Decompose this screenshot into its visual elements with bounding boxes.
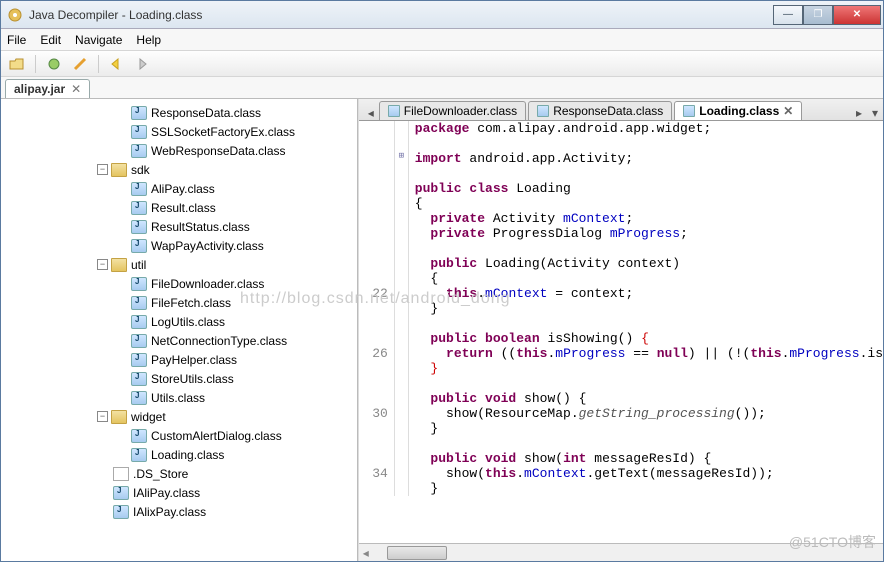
open-button[interactable] [7,54,27,74]
close-icon[interactable]: ✕ [71,82,81,96]
tab-menu-button[interactable]: ▾ [867,106,883,120]
class-icon [131,144,147,158]
tree-item[interactable]: CustomAlertDialog.class [1,426,357,445]
class-icon [131,220,147,234]
tree-item[interactable]: SSLSocketFactoryEx.class [1,122,357,141]
separator [98,55,99,73]
app-window: Java Decompiler - Loading.class — ❐ ✕ Fi… [0,0,884,562]
separator [35,55,36,73]
class-icon [131,106,147,120]
package-icon [111,163,127,177]
toolbar [1,51,883,77]
class-icon [131,296,147,310]
collapse-icon[interactable]: − [97,164,108,175]
back-button[interactable] [107,54,127,74]
jar-tab-label: alipay.jar [14,82,65,96]
package-icon [111,258,127,272]
minimize-button[interactable]: — [773,5,803,25]
tool-button-2[interactable] [70,54,90,74]
tree-item[interactable]: ResponseData.class [1,103,357,122]
collapse-icon[interactable]: − [97,411,108,422]
class-icon [131,201,147,215]
tree-item[interactable]: StoreUtils.class [1,369,357,388]
tree-item[interactable]: Utils.class [1,388,357,407]
tree-item[interactable]: FileDownloader.class [1,274,357,293]
source-viewer[interactable]: package com.alipay.android.app.widget; ⊞… [359,121,883,543]
class-icon [131,315,147,329]
tree-item[interactable]: Loading.class [1,445,357,464]
tab-filedownloader[interactable]: FileDownloader.class [379,101,526,120]
package-icon [111,410,127,424]
tree-pkg-widget[interactable]: −widget [1,407,357,426]
tree-item[interactable]: IAlixPay.class [1,502,357,521]
class-icon [131,239,147,253]
menu-file[interactable]: File [7,33,26,47]
class-icon [388,105,400,117]
forward-button[interactable] [133,54,153,74]
class-icon [113,505,129,519]
jar-tabs: alipay.jar ✕ [1,77,883,99]
tree-pkg-util[interactable]: −util [1,255,357,274]
horizontal-scrollbar[interactable]: ◂ [359,543,883,561]
tree-item[interactable]: .DS_Store [1,464,357,483]
tree-item[interactable]: PayHelper.class [1,350,357,369]
tab-loading[interactable]: Loading.class✕ [674,101,802,120]
class-icon [131,429,147,443]
file-icon [113,467,129,481]
app-icon [7,7,23,23]
jar-tab-alipay[interactable]: alipay.jar ✕ [5,79,90,98]
class-icon [131,125,147,139]
tree-item[interactable]: LogUtils.class [1,312,357,331]
window-title: Java Decompiler - Loading.class [29,8,773,22]
class-icon [131,334,147,348]
close-icon[interactable]: ✕ [783,104,793,118]
titlebar[interactable]: Java Decompiler - Loading.class — ❐ ✕ [1,1,883,29]
tree-item[interactable]: WebResponseData.class [1,141,357,160]
tab-nav-next[interactable]: ▸ [851,106,867,120]
tree-item[interactable]: AliPay.class [1,179,357,198]
editor-pane: ◂ FileDownloader.class ResponseData.clas… [358,99,883,561]
menubar: File Edit Navigate Help [1,29,883,51]
class-icon [683,105,695,117]
maximize-button[interactable]: ❐ [803,5,833,25]
class-icon [131,448,147,462]
tree-item[interactable]: ResultStatus.class [1,217,357,236]
menu-navigate[interactable]: Navigate [75,33,122,47]
class-icon [537,105,549,117]
tab-nav-prev[interactable]: ◂ [363,106,379,120]
menu-edit[interactable]: Edit [40,33,61,47]
class-icon [131,353,147,367]
close-button[interactable]: ✕ [833,5,881,25]
scrollbar-thumb[interactable] [387,546,447,560]
collapse-icon[interactable]: − [97,259,108,270]
tree-item[interactable]: FileFetch.class [1,293,357,312]
menu-help[interactable]: Help [136,33,161,47]
package-tree[interactable]: ResponseData.class SSLSocketFactoryEx.cl… [1,99,358,561]
tree-item[interactable]: IAliPay.class [1,483,357,502]
tree-item[interactable]: Result.class [1,198,357,217]
class-icon [131,391,147,405]
class-icon [131,277,147,291]
tree-pkg-sdk[interactable]: −sdk [1,160,357,179]
tool-button-1[interactable] [44,54,64,74]
class-icon [113,486,129,500]
editor-tabs: ◂ FileDownloader.class ResponseData.clas… [359,99,883,121]
tab-responsedata[interactable]: ResponseData.class [528,101,672,120]
class-icon [131,182,147,196]
tree-item[interactable]: WapPayActivity.class [1,236,357,255]
tree-item[interactable]: NetConnectionType.class [1,331,357,350]
class-icon [131,372,147,386]
